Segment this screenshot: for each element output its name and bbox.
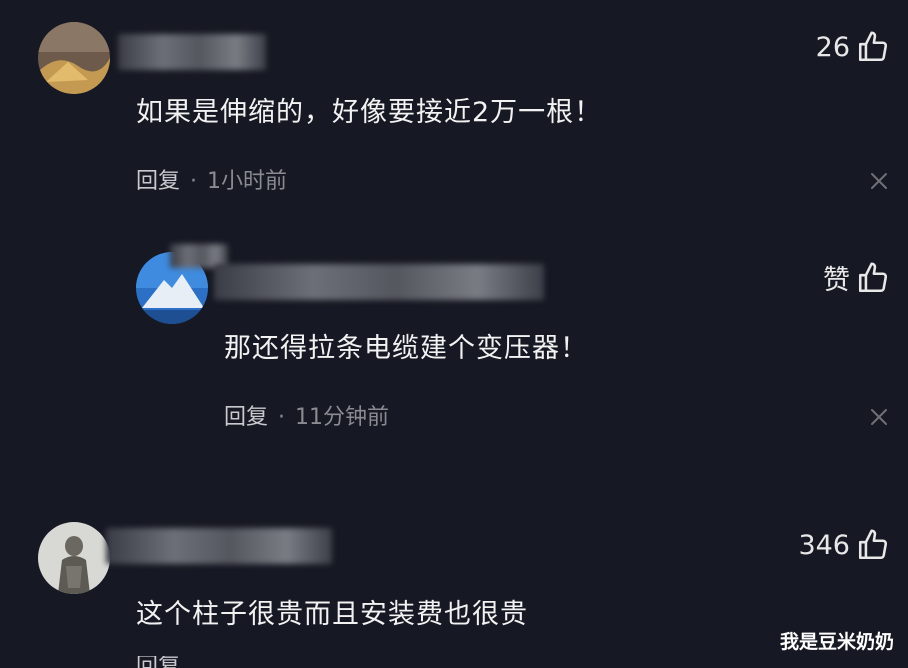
thumbs-up-icon [858, 31, 888, 62]
like-button[interactable]: 346 [798, 528, 890, 562]
like-label: 赞 [823, 265, 850, 296]
like-count: 26 [815, 31, 850, 63]
comment-text: 如果是伸缩的，好像要接近2万一根！ [136, 97, 603, 128]
like-count: 346 [798, 529, 850, 561]
username-blurred[interactable] [214, 264, 544, 300]
close-icon[interactable] [868, 170, 890, 192]
like-button[interactable]: 赞 [823, 258, 890, 297]
comment-1: 26 如果是伸缩的，好像要接近2万一根！ 回复 · 1小时前 [0, 0, 908, 230]
comment-text: 那还得拉条电缆建个变压器！ [224, 333, 588, 364]
comment-meta: 回复 · 1小时前 [136, 163, 287, 195]
avatar[interactable] [38, 22, 110, 94]
comment-meta: 回复 · 11分钟前 [224, 399, 389, 431]
thumbs-up-icon [858, 529, 888, 560]
like-button[interactable]: 26 [816, 30, 890, 64]
separator-dot: · [190, 169, 198, 194]
avatar-image [38, 522, 110, 594]
comment-text: 这个柱子很贵而且安装费也很贵 [136, 599, 528, 630]
reply-button[interactable]: 回复 [136, 169, 180, 194]
separator-dot: · [278, 405, 286, 430]
timestamp: 1小时前 [207, 169, 288, 194]
comment-meta-cutoff: 回复 [136, 656, 180, 668]
comment-2-reply: 赞 那还得拉条电缆建个变压器！ 回复 · 11分钟前 [0, 230, 908, 470]
avatar[interactable] [38, 522, 110, 594]
username-blurred[interactable] [106, 528, 332, 564]
reply-button[interactable]: 回复 [224, 405, 268, 430]
close-icon[interactable] [868, 406, 890, 428]
timestamp: 11分钟前 [295, 405, 390, 430]
watermark: 我是豆米奶奶 [779, 631, 894, 653]
thumbs-up-icon [858, 262, 888, 292]
comment-3: 346 这个柱子很贵而且安装费也很贵 [0, 470, 908, 668]
avatar-image [38, 22, 110, 94]
username-blurred[interactable] [118, 34, 266, 70]
reply-button[interactable]: 回复 [136, 656, 180, 668]
